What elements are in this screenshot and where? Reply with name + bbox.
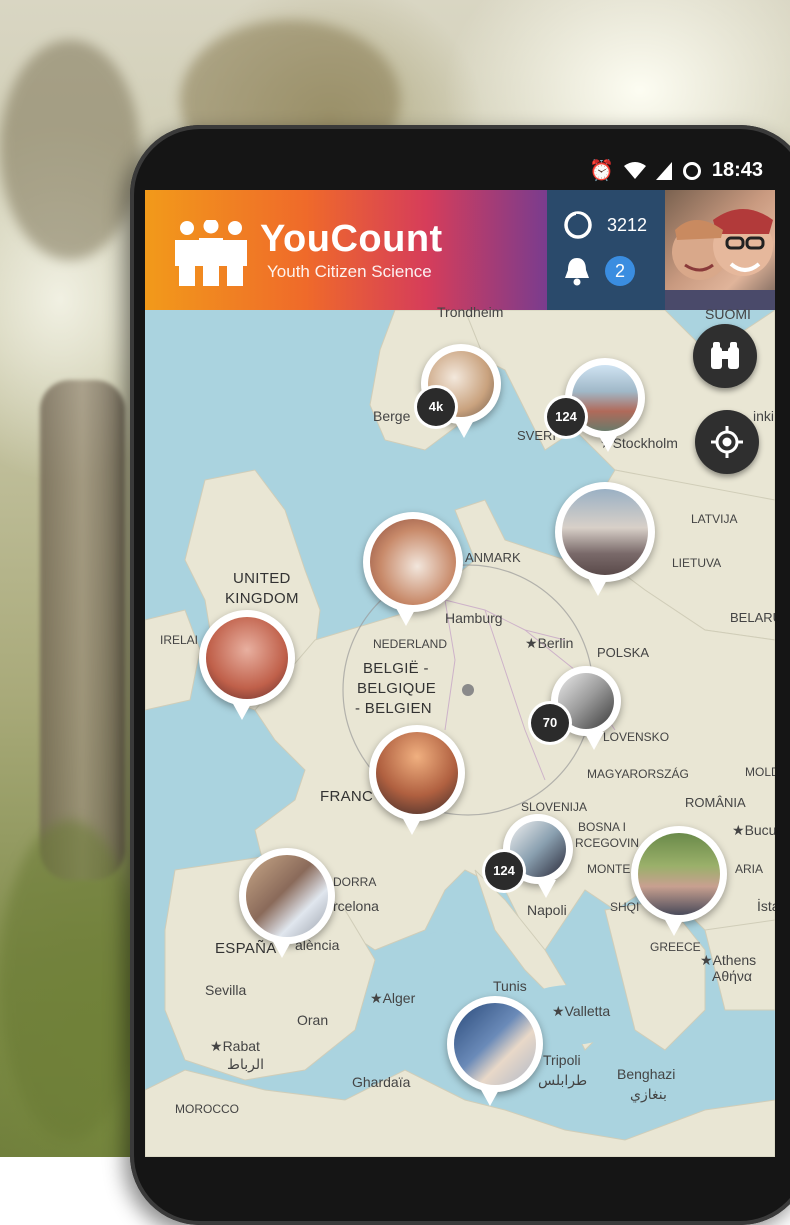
points-icon <box>564 211 592 239</box>
map-label: FRANC <box>320 788 374 805</box>
status-time: 18:43 <box>711 159 763 181</box>
map-photo-pin[interactable] <box>447 996 543 1106</box>
app-subtitle: Youth Citizen Science <box>267 262 432 281</box>
brand-banner: YouCount Youth Citizen Science <box>145 190 547 310</box>
map-label: LIETUVA <box>672 556 722 570</box>
map-label: Sevilla <box>205 982 247 998</box>
map-label: RCEGOVIN <box>575 836 640 850</box>
app-screen: YouCount Youth Citizen Science 3212 2 Tr… <box>145 190 775 1157</box>
map-label: Napoli <box>527 902 567 918</box>
map-label: ★Athens <box>700 952 757 968</box>
stats-panel: 3212 2 <box>547 190 665 310</box>
map-label: SVERI <box>517 428 557 443</box>
map-label: KINGDOM <box>225 590 299 607</box>
signal-icon <box>655 161 672 180</box>
map-label: İstar <box>757 898 775 914</box>
map-label: ★Valletta <box>552 1003 611 1019</box>
points-value: 3212 <box>607 214 648 235</box>
map-photo-pin[interactable] <box>369 725 465 835</box>
map-label: BELARUS <box>730 610 775 625</box>
map-label: MOLD <box>745 765 775 779</box>
map-label: BELGIQUE <box>357 680 437 697</box>
map-label: BELGIË - <box>363 660 429 677</box>
map-label: Berge <box>373 408 411 424</box>
map-photo-pin[interactable] <box>631 826 727 936</box>
map-label: GREECE <box>650 940 701 954</box>
map-label: ANMARK <box>465 550 521 565</box>
map-label: Tunis <box>493 978 527 994</box>
map-label: ★Rabat <box>210 1038 260 1054</box>
map-label: Αθήνα <box>712 968 753 984</box>
bell-icon <box>565 258 589 286</box>
map-label: Hamburg <box>445 610 503 626</box>
map-label: Ghardaïa <box>352 1074 411 1090</box>
map-label: SHQI <box>610 900 640 914</box>
map-label: - BELGIEN <box>355 700 432 717</box>
map-label: ★Berlin <box>525 635 574 651</box>
avatar-photo <box>665 209 775 310</box>
user-avatar[interactable] <box>665 190 775 310</box>
map-label: LOVENSKO <box>603 730 670 744</box>
notification-badge: 2 <box>605 256 635 286</box>
map-label: inki <box>753 408 775 424</box>
map-label: BOSNA I <box>578 820 627 834</box>
notifications-stat[interactable]: 2 <box>563 256 635 286</box>
map-label: Tripoli <box>543 1052 581 1068</box>
map-label: MONTE <box>587 862 631 876</box>
map-label: الرباط <box>227 1056 264 1072</box>
map-label: rcelona <box>333 898 379 914</box>
map-label: ROMÂNIA <box>685 795 746 810</box>
map-label: UNITED <box>233 570 291 587</box>
cluster-count[interactable]: 124 <box>547 398 585 436</box>
map-label: NEDERLAND <box>373 637 448 651</box>
map-label: Oran <box>297 1012 329 1028</box>
map-label: طرابلس <box>538 1072 588 1088</box>
map-label: DORRA <box>333 875 377 889</box>
battery-icon <box>682 161 701 180</box>
people-logo-icon <box>175 220 247 286</box>
locate-button[interactable] <box>695 410 759 474</box>
map-label: ARIA <box>735 862 764 876</box>
cluster-count[interactable]: 70 <box>531 704 569 742</box>
map-photo-pin[interactable] <box>239 848 335 958</box>
map-view[interactable]: Trondheim SUOMI Berge SVERI ★Stockholm i… <box>145 304 775 1157</box>
foliage-blur <box>0 820 140 1140</box>
binoculars-icon <box>711 342 739 369</box>
status-bar: ⏰ 18:43 <box>145 150 775 190</box>
map-label: IRELAI <box>160 633 199 647</box>
map-label: بنغازي <box>630 1086 667 1102</box>
map-label: Benghazi <box>617 1066 676 1082</box>
map-label: SUOMI <box>705 306 751 322</box>
map-label: MOROCCO <box>175 1102 239 1116</box>
map-label: SLOVENIJA <box>521 800 588 814</box>
alarm-icon: ⏰ <box>588 160 614 182</box>
map-label: Trondheim <box>437 304 504 320</box>
map-label: ★Alger <box>370 990 416 1006</box>
map-photo-pin[interactable] <box>363 512 463 626</box>
map-label: MAGYARORSZÁG <box>587 767 689 781</box>
explore-button[interactable] <box>693 324 757 388</box>
map-label: POLSKA <box>597 645 650 660</box>
map-label: ESPAÑA <box>215 940 277 957</box>
foliage-blur <box>0 40 140 260</box>
map-photo-pin[interactable] <box>555 482 655 596</box>
map-label: ★Bucur <box>732 822 775 838</box>
map-photo-pin[interactable] <box>199 610 295 720</box>
app-name: YouCount <box>260 218 443 260</box>
cluster-count[interactable]: 4k <box>417 388 455 426</box>
map-label: LATVIJA <box>691 512 738 526</box>
locate-icon <box>711 426 743 458</box>
wifi-icon <box>623 161 646 179</box>
points-stat[interactable]: 3212 <box>563 210 647 240</box>
app-header: YouCount Youth Citizen Science 3212 2 <box>145 190 775 310</box>
cluster-count[interactable]: 124 <box>485 852 523 890</box>
tree-trunk <box>40 380 125 880</box>
